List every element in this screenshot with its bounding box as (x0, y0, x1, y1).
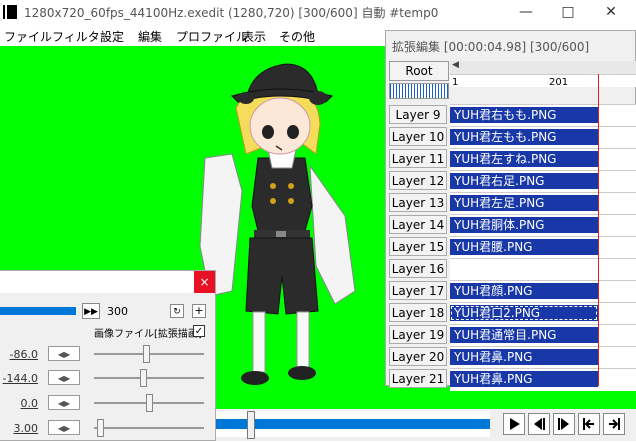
frame-position-slider[interactable] (0, 307, 76, 315)
property-slider-thumb[interactable] (143, 345, 151, 363)
play-icon[interactable] (503, 413, 525, 435)
minimize-icon[interactable]: — (511, 2, 541, 22)
extended-edit-title: 拡張編集 [00:00:04.98] [300/600] (392, 40, 590, 54)
clip-object[interactable]: YUH君左もも.PNG (450, 129, 598, 145)
extended-edit-window: 拡張編集 [00:00:04.98] [300/600] Root ◀ 1 20… (385, 30, 636, 391)
jump-forward-icon[interactable]: ▶▶ (82, 303, 100, 319)
layer-label[interactable]: Layer 9 (389, 105, 447, 124)
clip-object[interactable]: YUH君鼻.PNG (450, 371, 598, 387)
frame-number: 300 (107, 305, 128, 318)
clip-object-selected[interactable]: YUH君口2.PNG (450, 305, 598, 321)
clip-object[interactable]: YUH君左すね.PNG (450, 151, 598, 167)
layer-track[interactable]: YUH君右足.PNG (450, 170, 636, 193)
layer-label[interactable]: Layer 15 (389, 237, 447, 256)
menu-filter[interactable]: フィルタ (52, 28, 100, 45)
layer-track[interactable]: YUH君通常目.PNG (450, 324, 636, 347)
ruler-label: 201 (549, 77, 569, 88)
object-properties-window: × ▶▶ 300 ↻ + 画像ファイル[拡張描画] ✓ -86.0 ◀▶ -14… (0, 270, 216, 441)
property-slider-thumb[interactable] (140, 369, 148, 387)
layer-track[interactable]: YUH君腰.PNG (450, 236, 636, 259)
clip-object[interactable]: YUH君左足.PNG (450, 195, 598, 211)
property-stepper[interactable]: ◀▶ (48, 346, 80, 361)
layer-label[interactable]: Layer 17 (389, 281, 447, 300)
layer-track[interactable]: YUH君左すね.PNG (450, 148, 636, 171)
layer-label[interactable]: Layer 11 (389, 149, 447, 168)
menu-settings[interactable]: 設定 (100, 28, 124, 45)
property-slider-thumb[interactable] (97, 419, 105, 437)
clip-object[interactable]: YUH君右足.PNG (450, 173, 598, 189)
layer-track[interactable]: YUH君右もも.PNG (450, 104, 636, 127)
go-start-icon[interactable] (578, 413, 600, 435)
layer-track[interactable]: YUH君胴体.PNG (450, 214, 636, 237)
clip-object[interactable]: YUH君胴体.PNG (450, 217, 598, 233)
app-icon (5, 5, 17, 19)
layer-label[interactable]: Layer 10 (389, 127, 447, 146)
playhead-cursor[interactable] (598, 74, 599, 386)
filter-enabled-checkbox[interactable]: ✓ (193, 325, 205, 337)
property-value[interactable]: -144.0 (0, 372, 38, 385)
clip-object[interactable]: YUH君鼻.PNG (450, 349, 598, 365)
window-title: 1280x720_60fps_44100Hz.exedit (1280,720)… (24, 6, 439, 20)
property-stepper[interactable]: ◀▶ (48, 420, 80, 435)
menu-file[interactable]: ファイル (4, 28, 52, 45)
maximize-icon[interactable]: □ (553, 2, 583, 22)
layer-track[interactable]: YUH君顔.PNG (450, 280, 636, 303)
property-row: -86.0 ◀▶ (0, 342, 216, 368)
layer-label[interactable]: Layer 21 (389, 369, 447, 388)
property-slider-track[interactable] (94, 427, 204, 429)
go-end-icon[interactable] (603, 413, 625, 435)
filter-label: 画像ファイル[拡張描画] (94, 329, 202, 340)
property-row: 3.00 ◀▶ (0, 416, 216, 442)
property-slider-track[interactable] (94, 377, 204, 379)
menu-other[interactable]: その他 (279, 28, 315, 45)
layer-label[interactable]: Layer 12 (389, 171, 447, 190)
menu-profile[interactable]: プロファイル (176, 28, 248, 45)
layer-label[interactable]: Layer 13 (389, 193, 447, 212)
layer-track[interactable]: YUH君鼻.PNG (450, 346, 636, 369)
loop-icon[interactable]: ↻ (170, 304, 184, 318)
clip-object[interactable]: YUH君右もも.PNG (450, 107, 598, 123)
scroll-left-icon[interactable]: ◀ (452, 60, 459, 70)
property-value[interactable]: 3.00 (0, 422, 39, 435)
property-row: 0.0 ◀▶ (0, 391, 216, 417)
prev-frame-icon[interactable] (528, 413, 550, 435)
close-icon[interactable]: × (194, 271, 215, 293)
clip-object[interactable]: YUH君通常目.PNG (450, 327, 598, 343)
layer-track[interactable]: YUH君口2.PNG (450, 302, 636, 325)
layer-label[interactable]: Layer 16 (389, 259, 447, 278)
seek-thumb[interactable] (247, 411, 255, 439)
layer-track[interactable]: YUH君鼻.PNG (450, 368, 636, 391)
layer-label[interactable]: Layer 20 (389, 347, 447, 366)
close-icon[interactable]: ✕ (596, 2, 626, 22)
layer-track[interactable]: YUH君左足.PNG (450, 192, 636, 215)
property-row: -144.0 ◀▶ (0, 366, 216, 392)
zoom-slider[interactable] (389, 83, 449, 99)
layer-label[interactable]: Layer 14 (389, 215, 447, 234)
layer-track[interactable] (450, 258, 636, 281)
menu-view[interactable]: 表示 (242, 28, 266, 45)
clip-object[interactable]: YUH君顔.PNG (450, 283, 598, 299)
clip-object[interactable]: YUH君腰.PNG (450, 239, 598, 255)
property-value[interactable]: -86.0 (0, 348, 38, 361)
seek-progress (214, 419, 490, 429)
layer-label[interactable]: Layer 18 (389, 303, 447, 322)
property-stepper[interactable]: ◀▶ (48, 395, 80, 410)
root-button[interactable]: Root (389, 61, 449, 81)
property-value[interactable]: 0.0 (0, 397, 39, 410)
next-frame-icon[interactable] (553, 413, 575, 435)
layer-label[interactable]: Layer 19 (389, 325, 447, 344)
add-filter-icon[interactable]: + (192, 304, 206, 318)
properties-title-bar (0, 271, 194, 293)
timeline-scrollbar[interactable]: ◀ (450, 60, 636, 75)
layer-track[interactable]: YUH君左もも.PNG (450, 126, 636, 149)
property-slider-thumb[interactable] (145, 394, 153, 412)
title-bar: 1280x720_60fps_44100Hz.exedit (1280,720)… (0, 0, 636, 24)
ruler-label: 1 (452, 77, 459, 88)
property-stepper[interactable]: ◀▶ (48, 370, 80, 385)
menu-edit[interactable]: 編集 (138, 28, 162, 45)
